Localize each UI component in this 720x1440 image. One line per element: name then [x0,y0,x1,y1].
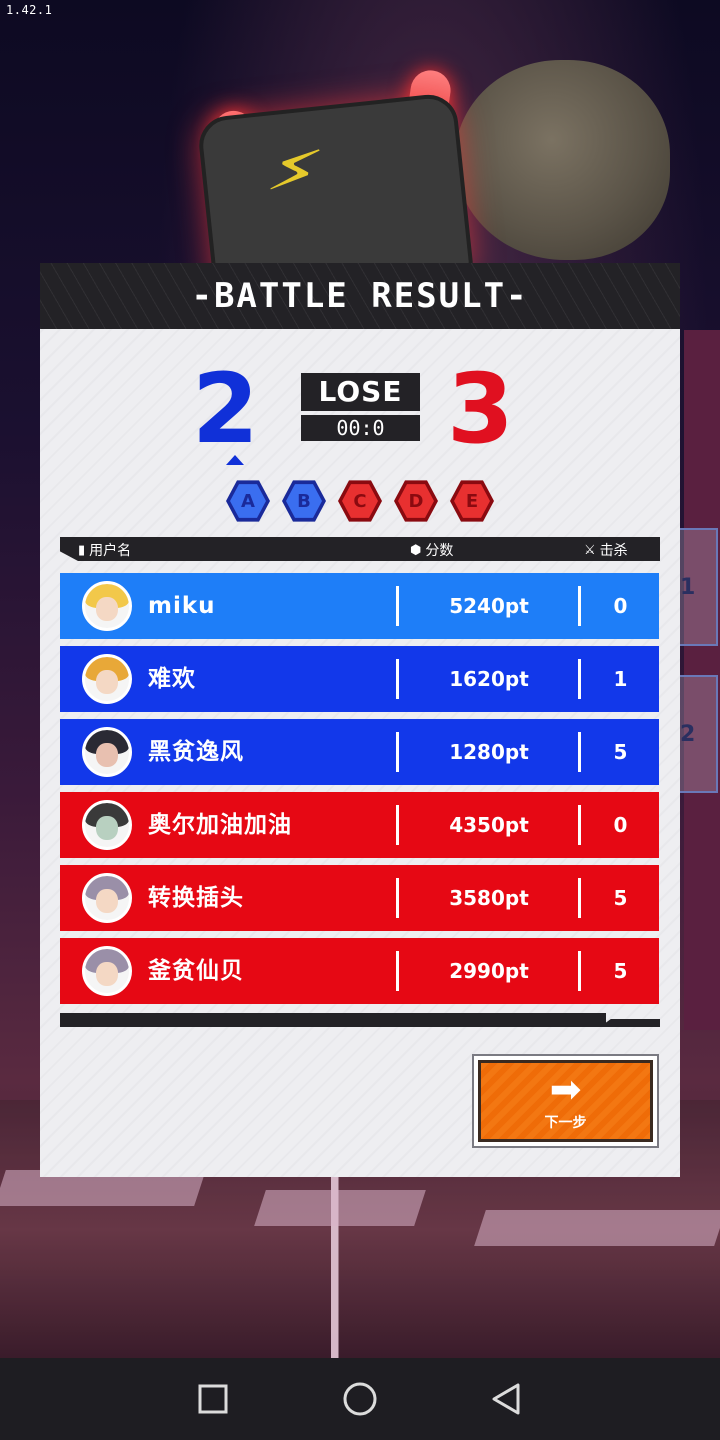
recent-apps-button[interactable] [183,1369,243,1429]
round-hex-c: C [338,480,382,522]
player-score: 4350pt [449,813,529,837]
column-divider [578,878,581,918]
sword-icon: ⚔ [584,542,596,558]
round-hex-d: D [394,480,438,522]
player-score: 1620pt [449,667,529,691]
square-icon [198,1384,228,1414]
player-kills: 5 [613,959,628,983]
player-score: 2990pt [449,959,529,983]
badge-icon: ⬢ [410,542,422,558]
back-button[interactable] [477,1369,537,1429]
avatar [82,654,132,704]
result-box: LOSE 00:0 [301,373,420,445]
player-name: 釜贫仙贝 [148,958,244,984]
table-row[interactable]: 难欢 1620pt 1 [60,646,659,712]
column-divider [578,586,581,626]
back-triangle-icon [492,1383,520,1415]
background-stripe [474,1210,720,1246]
my-team-marker-icon [226,455,244,465]
table-row[interactable]: 奥尔加油加油 4350pt 0 [60,792,659,858]
match-time: 00:0 [301,415,420,441]
player-name: miku [148,593,216,619]
player-kills: 5 [613,886,628,910]
avatar [82,581,132,631]
column-divider [578,805,581,845]
version-label: 1.42.1 [6,3,53,17]
side-tab-label: 2 [680,721,696,747]
player-score: 5240pt [449,594,529,618]
system-navigation-bar [0,1358,720,1440]
table-row[interactable]: 釜贫仙贝 2990pt 5 [60,938,659,1004]
column-header-kills: ⚔ 击杀 [584,540,628,560]
battle-result-panel: -BATTLE RESULT- 2 LOSE 00:0 3 A B C D E … [40,263,680,1177]
background-rock [455,60,670,260]
blue-team-score: 2 [192,353,259,465]
round-hex-b: B [282,480,326,522]
round-indicators: A B C D E [226,479,494,523]
table-header: ▮ 用户名 ⬢ 分数 ⚔ 击杀 [60,537,660,561]
column-header-kills-label: 击杀 [599,543,628,559]
player-name: 奥尔加油加油 [148,812,292,838]
round-hex-e: E [450,480,494,522]
red-team-score: 3 [447,353,514,465]
column-divider [578,659,581,699]
home-button[interactable] [330,1369,390,1429]
player-name: 黑贫逸风 [148,739,244,765]
player-kills: 5 [613,740,628,764]
avatar [82,727,132,777]
background-stripe [254,1190,426,1226]
column-header-user-label: 用户名 [89,543,132,559]
arrow-right-icon: ➡ [549,1067,582,1111]
avatar [82,946,132,996]
table-row[interactable]: 转换插头 3580pt 5 [60,865,659,931]
side-tab-label: 1 [680,574,696,600]
player-score: 3580pt [449,886,529,910]
circle-icon [343,1382,377,1416]
player-score: 1280pt [449,740,529,764]
column-divider [396,659,399,699]
column-divider [396,732,399,772]
avatar [82,873,132,923]
column-divider [396,586,399,626]
table-row[interactable]: miku 5240pt 0 [60,573,659,639]
column-header-user: ▮ 用户名 [78,540,131,560]
column-divider [578,732,581,772]
column-header-score: ⬢ 分数 [410,540,453,560]
person-icon: ▮ [78,542,86,558]
player-kills: 0 [613,813,628,837]
avatar [82,800,132,850]
column-divider [396,878,399,918]
next-step-button-face[interactable]: ➡ 下一步 [478,1060,653,1142]
next-step-button[interactable]: ➡ 下一步 [472,1054,659,1148]
table-footer-bar [60,1013,660,1027]
column-divider [396,805,399,845]
next-step-label: 下一步 [544,1115,587,1131]
player-kills: 1 [613,667,628,691]
player-kills: 0 [613,594,628,618]
table-row[interactable]: 黑贫逸风 1280pt 5 [60,719,659,785]
round-hex-a: A [226,480,270,522]
player-name: 难欢 [148,666,196,692]
column-divider [396,951,399,991]
player-name: 转换插头 [148,885,244,911]
column-header-score-label: 分数 [425,543,454,559]
column-divider [578,951,581,991]
panel-header: -BATTLE RESULT- [40,263,680,329]
result-label: LOSE [301,373,420,411]
page-title: -BATTLE RESULT- [191,276,529,316]
